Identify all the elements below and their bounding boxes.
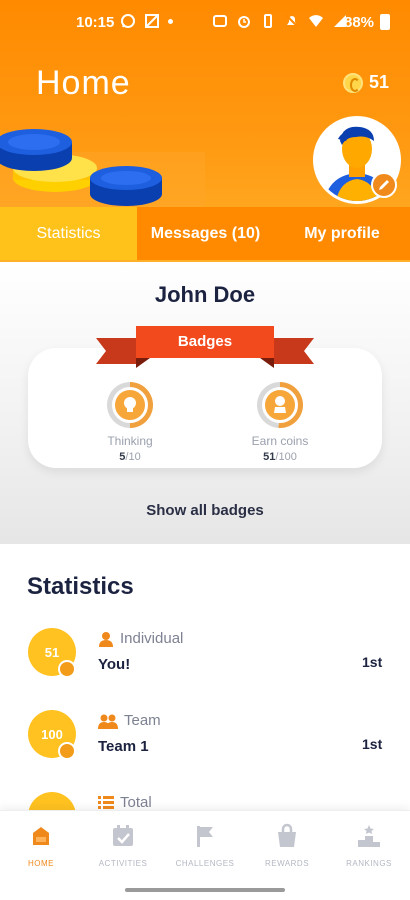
image-icon (145, 14, 159, 28)
stat-name: Team 1 (98, 738, 149, 755)
badge-progress: 51/100 (263, 451, 297, 463)
show-all-badges-link[interactable]: Show all badges (0, 502, 410, 519)
badges-ribbon: Badges (96, 324, 314, 370)
badge-progress: 5/10 (119, 451, 141, 463)
status-notification-icons (120, 13, 173, 29)
group-icon (98, 714, 118, 729)
person-icon (99, 631, 113, 647)
stat-name: You! (98, 656, 131, 673)
calendar-check-icon (113, 825, 133, 846)
stat-category: Total (98, 794, 152, 811)
nav-label: HOME (28, 859, 54, 868)
statistics-title: Statistics (27, 573, 134, 600)
stat-row-team[interactable]: 100 Team Team 1 1st (0, 710, 410, 770)
list-icon (98, 795, 114, 809)
nav-rewards[interactable]: REWARDS (246, 823, 328, 868)
battery-percent: 88% (344, 14, 375, 31)
stat-rank: 1st (362, 736, 383, 752)
tab-my-profile[interactable]: My profile (274, 207, 410, 260)
stat-badge-icon (58, 660, 76, 678)
bag-icon (278, 823, 296, 847)
coin-count: 51 (369, 72, 390, 92)
status-time: 10:15 (76, 14, 115, 31)
bottom-navigation: HOME ACTIVITIES CHALLENGES REWARDS RANKI… (0, 810, 410, 900)
badge-name: Thinking (107, 434, 153, 448)
status-system-icons (212, 13, 348, 29)
dot-icon (168, 18, 173, 24)
stat-row-individual[interactable]: 51 Individual You! 1st (0, 628, 410, 688)
nav-rankings[interactable]: RANKINGS (328, 823, 410, 868)
coin-hand-icon (262, 387, 298, 423)
profile-section: John Doe Badges Thinking 5/10 Earn coins… (0, 262, 410, 544)
nav-activities[interactable]: ACTIVITIES (82, 823, 164, 868)
edit-avatar-button[interactable] (371, 172, 397, 198)
tab-statistics[interactable]: Statistics (0, 207, 137, 260)
stat-category: Individual (98, 630, 183, 647)
status-bar: 10:15 88% (0, 0, 410, 44)
nav-label: RANKINGS (346, 859, 392, 868)
nav-label: ACTIVITIES (98, 859, 148, 868)
tab-messages[interactable]: Messages (10) (137, 207, 274, 260)
stat-category: Team (98, 712, 161, 729)
coin-balance[interactable]: 51 (343, 72, 389, 93)
coin-stack-illustration (0, 129, 205, 207)
mute-icon (285, 14, 299, 28)
badge-name: Earn coins (251, 434, 309, 448)
vibrate-icon (264, 14, 272, 28)
nav-label: REWARDS (264, 859, 310, 868)
tab-bar: Statistics Messages (10) My profile (0, 207, 410, 260)
badge-progress-ring (107, 382, 153, 428)
badge-earn-coins[interactable]: Earn coins 51/100 (220, 382, 340, 463)
podium-icon (358, 825, 380, 847)
home-icon (33, 827, 49, 845)
page-title: Home (36, 64, 131, 102)
badge-thinking[interactable]: Thinking 5/10 (70, 382, 190, 463)
flag-icon (197, 826, 213, 847)
coin-icon (343, 72, 363, 93)
lightbulb-icon (112, 387, 148, 423)
nfc-icon (213, 15, 227, 27)
alarm-icon (238, 16, 250, 28)
gesture-bar (125, 888, 285, 892)
stat-rank: 1st (362, 654, 383, 670)
wifi-icon (309, 15, 323, 27)
nav-label: CHALLENGES (175, 859, 235, 868)
battery-icon (380, 14, 390, 30)
badge-progress-ring (257, 382, 303, 428)
nav-home[interactable]: HOME (0, 823, 82, 868)
user-name: John Doe (154, 282, 256, 307)
app-header: 10:15 88% Home 51 Statistics Messages (1… (0, 0, 410, 262)
badges-title: Badges (177, 333, 233, 350)
stat-badge-icon (58, 742, 76, 760)
pencil-icon (379, 180, 389, 190)
nav-challenges[interactable]: CHALLENGES (164, 823, 246, 868)
whatsapp-icon (121, 14, 135, 28)
